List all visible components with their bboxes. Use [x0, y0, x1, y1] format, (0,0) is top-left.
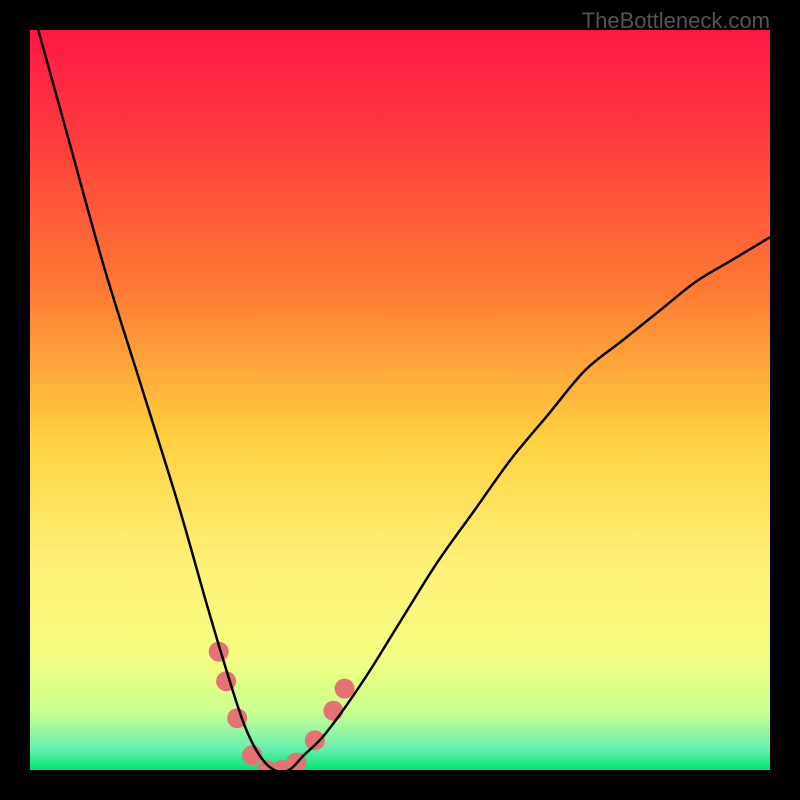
plot-area — [30, 30, 770, 770]
curve-marker — [323, 701, 343, 721]
markers-group — [209, 642, 355, 770]
curve-layer — [30, 30, 770, 770]
watermark-text: TheBottleneck.com — [582, 8, 770, 34]
chart-container: TheBottleneck.com — [0, 0, 800, 800]
bottleneck-curve — [30, 30, 770, 770]
curve-marker — [305, 730, 325, 750]
curve-marker — [335, 679, 355, 699]
